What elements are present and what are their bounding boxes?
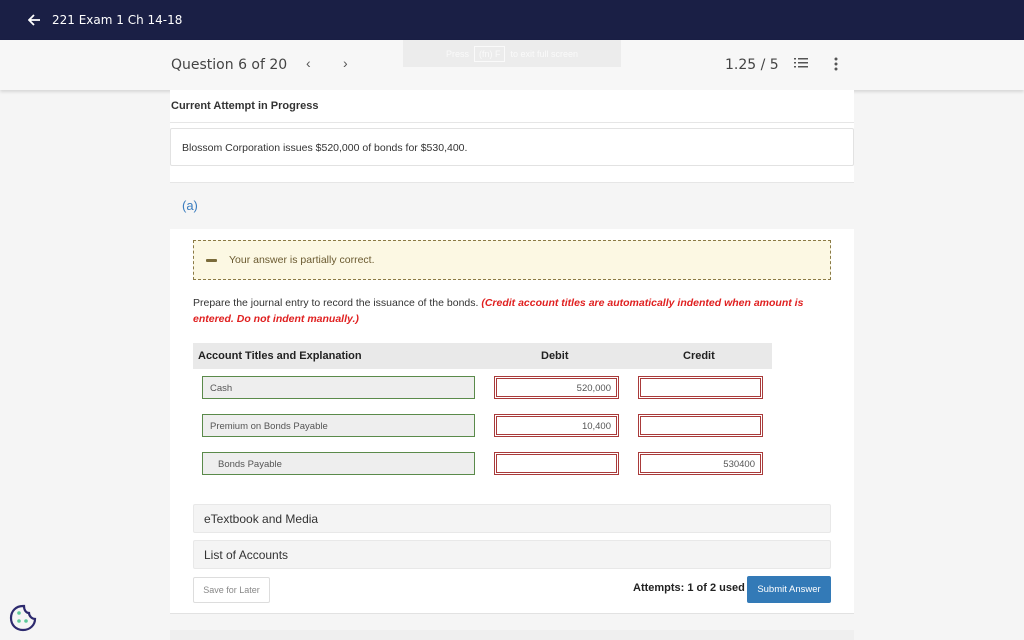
save-for-later-button[interactable]: Save for Later bbox=[193, 577, 270, 603]
account-field[interactable]: Bonds Payable bbox=[202, 452, 475, 475]
part-header: (a) bbox=[170, 182, 854, 229]
more-vertical-icon[interactable] bbox=[832, 56, 840, 72]
numbered-list-icon[interactable] bbox=[794, 56, 808, 70]
score-display: 1.25 / 5 bbox=[725, 57, 779, 73]
fullscreen-hint-text: to exit full screen bbox=[510, 48, 579, 59]
journal-row: Bonds Payable 530400 bbox=[193, 452, 772, 476]
list-of-accounts-accordion[interactable]: List of Accounts bbox=[193, 540, 831, 569]
debit-field[interactable]: 10,400 bbox=[494, 414, 619, 437]
feedback-text: Your answer is partially correct. bbox=[229, 254, 375, 266]
account-field[interactable]: Premium on Bonds Payable bbox=[202, 414, 475, 437]
credit-field[interactable] bbox=[638, 376, 763, 399]
fullscreen-hint-key: (fn) F bbox=[473, 45, 506, 62]
attempt-heading: Current Attempt in Progress bbox=[171, 100, 319, 112]
header-debit: Debit bbox=[541, 350, 569, 362]
part-label: (a) bbox=[182, 198, 198, 213]
question-counter[interactable]: Question 6 of 20 bbox=[171, 57, 287, 73]
debit-field[interactable] bbox=[494, 452, 619, 475]
divider bbox=[170, 122, 854, 123]
arrow-left-icon[interactable] bbox=[28, 14, 42, 26]
minus-icon bbox=[206, 258, 217, 262]
assignment-title[interactable]: 221 Exam 1 Ch 14-18 bbox=[52, 13, 182, 27]
credit-field[interactable] bbox=[638, 414, 763, 437]
journal-header: Account Titles and Explanation Debit Cre… bbox=[193, 343, 772, 369]
feedback-banner: Your answer is partially correct. bbox=[193, 240, 831, 280]
journal-row: Cash 520,000 bbox=[193, 376, 772, 400]
problem-statement: Blossom Corporation issues $520,000 of b… bbox=[170, 128, 854, 166]
header-account: Account Titles and Explanation bbox=[198, 350, 362, 362]
instructions: Prepare the journal entry to record the … bbox=[193, 295, 813, 327]
instruction-text: Prepare the journal entry to record the … bbox=[193, 297, 482, 309]
credit-field[interactable]: 530400 bbox=[638, 452, 763, 475]
fullscreen-hint-press: Press bbox=[445, 48, 469, 59]
etextbook-media-accordion[interactable]: eTextbook and Media bbox=[193, 504, 831, 533]
next-section-edge bbox=[170, 630, 854, 640]
header-credit: Credit bbox=[683, 350, 715, 362]
cookie-settings-icon[interactable] bbox=[8, 603, 38, 633]
top-bar: 221 Exam 1 Ch 14-18 bbox=[0, 0, 1024, 40]
fullscreen-hint: Press (fn) F to exit full screen bbox=[403, 40, 621, 67]
attempts-counter: Attempts: 1 of 2 used bbox=[633, 582, 745, 594]
submit-answer-button[interactable]: Submit Answer bbox=[747, 576, 831, 603]
question-content: Current Attempt in Progress Blossom Corp… bbox=[170, 90, 854, 614]
account-field[interactable]: Cash bbox=[202, 376, 475, 399]
question-navigation-bar: Question 6 of 20 ‹ › Press (fn) F to exi… bbox=[0, 40, 1024, 90]
journal-row: Premium on Bonds Payable 10,400 bbox=[193, 414, 772, 438]
chevron-left-icon[interactable]: ‹ bbox=[306, 55, 311, 71]
chevron-right-icon[interactable]: › bbox=[343, 55, 348, 71]
debit-field[interactable]: 520,000 bbox=[494, 376, 619, 399]
